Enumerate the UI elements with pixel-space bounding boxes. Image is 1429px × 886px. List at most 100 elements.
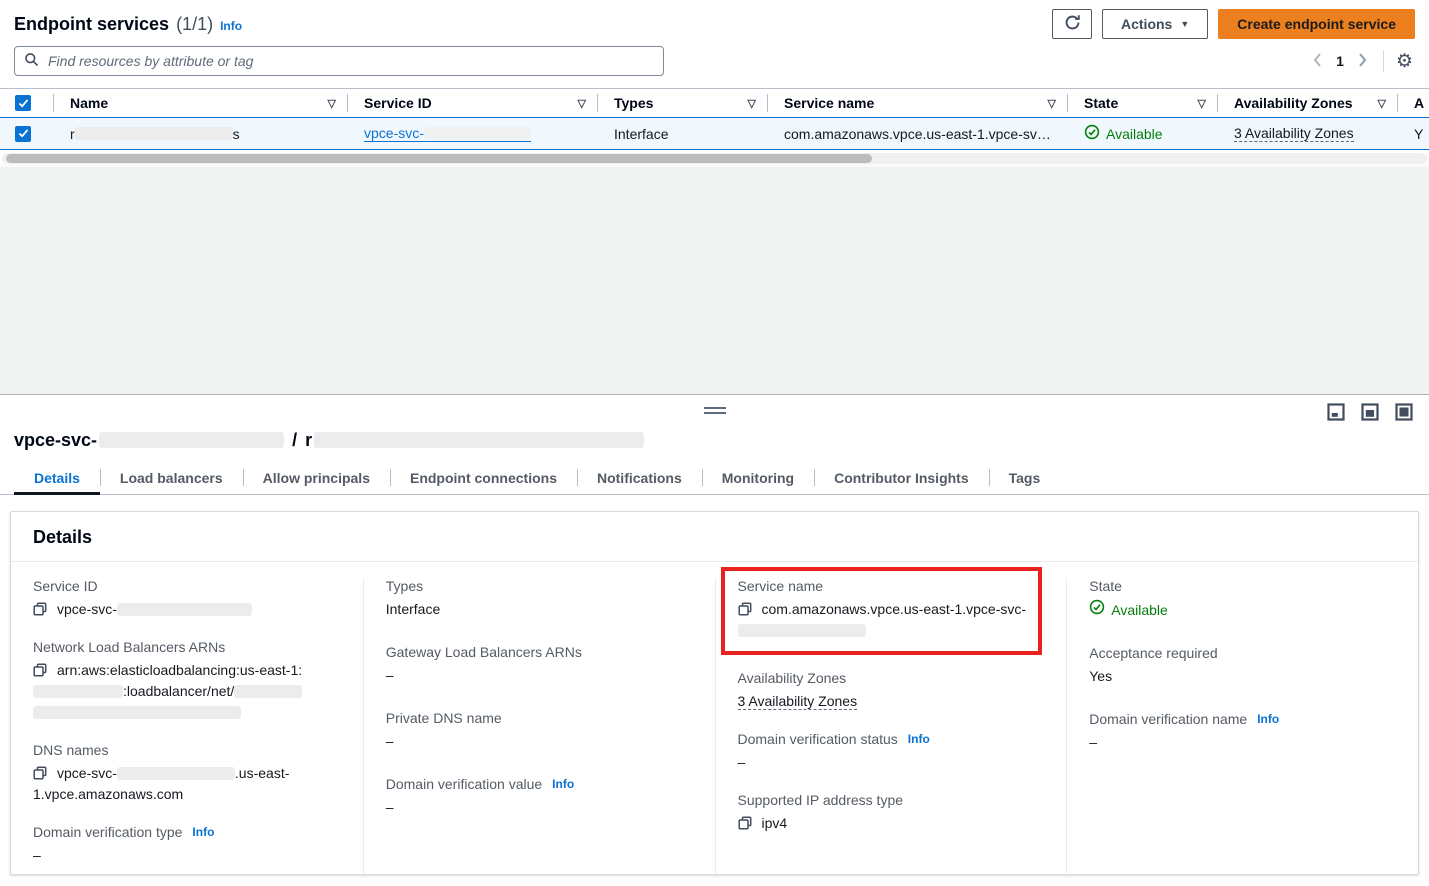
copy-icon[interactable] (33, 663, 47, 677)
panel-split-button[interactable] (1361, 403, 1379, 421)
list-header: Endpoint services (1/1) Info Actions ▼ C… (0, 0, 1429, 44)
table-row[interactable]: rs vpce-svc- Interface com.amazonaws.vpc… (0, 117, 1429, 150)
check-circle-icon (1084, 124, 1100, 143)
horizontal-scrollbar-thumb[interactable] (6, 154, 872, 163)
row-checkbox[interactable] (15, 126, 31, 142)
field-domain-verification-value: Domain verification valueInfo – (386, 776, 695, 818)
redacted-text (314, 432, 644, 448)
sort-icon: ▽ (1378, 97, 1386, 110)
create-endpoint-service-button[interactable]: Create endpoint service (1218, 9, 1415, 39)
tab-details[interactable]: Details (14, 461, 100, 494)
list-toolbar: 1 ⚙ (0, 44, 1429, 88)
actions-label: Actions (1121, 16, 1172, 32)
panel-split-icon (1361, 409, 1379, 424)
redacted-text (33, 706, 241, 719)
field-gwlb-arns: Gateway Load Balancers ARNs – (386, 644, 695, 686)
copy-icon[interactable] (33, 602, 47, 616)
split-panel: vpce-svc- / r Details Load balancers All… (0, 394, 1429, 875)
field-domain-verification-name: Domain verification nameInfo – (1089, 711, 1398, 753)
redacted-text (117, 603, 252, 616)
details-column-3: Service name com.amazonaws.vpce.us-east-… (715, 578, 1067, 875)
create-endpoint-service-label: Create endpoint service (1237, 16, 1396, 32)
field-types: Types Interface (386, 578, 695, 620)
copy-icon[interactable] (738, 602, 752, 616)
column-header-state[interactable]: State▽ (1068, 89, 1218, 117)
select-all-checkbox[interactable] (15, 95, 31, 111)
pagination-next-button[interactable] (1352, 51, 1373, 72)
search-box[interactable] (14, 46, 664, 76)
panel-position-bottom-button[interactable] (1327, 403, 1345, 421)
cell-service-name: com.amazonaws.vpce.us-east-1.vpce-sv… (768, 126, 1068, 142)
page-background-gap (0, 164, 1429, 394)
tab-load-balancers[interactable]: Load balancers (100, 461, 243, 494)
refresh-icon (1064, 14, 1081, 34)
column-header-name[interactable]: Name▽ (54, 89, 348, 117)
field-acceptance-required: Acceptance required Yes (1089, 645, 1398, 687)
column-header-service-name[interactable]: Service name▽ (768, 89, 1068, 117)
details-column-4: State Available Acceptance required Yes … (1066, 578, 1418, 875)
actions-button[interactable]: Actions ▼ (1102, 9, 1208, 39)
redacted-text (117, 767, 235, 780)
field-domain-verification-status: Domain verification statusInfo – (738, 731, 1047, 773)
info-link[interactable]: Info (1257, 712, 1279, 726)
gear-icon: ⚙ (1396, 51, 1413, 72)
redacted-text (99, 432, 284, 448)
field-supported-ip-address-type: Supported IP address type ipv4 (738, 792, 1047, 834)
tab-contributor-insights[interactable]: Contributor Insights (814, 461, 989, 494)
redacted-text (33, 685, 123, 698)
info-link[interactable]: Info (552, 777, 574, 791)
resource-count: (1/1) (176, 14, 213, 35)
field-service-name: Service name com.amazonaws.vpce.us-east-… (738, 578, 1027, 641)
column-header-service-id[interactable]: Service ID▽ (348, 89, 598, 117)
table-header: Name▽ Service ID▽ Types▽ Service name▽ S… (0, 88, 1429, 117)
horizontal-scrollbar[interactable] (2, 153, 1427, 164)
chevron-right-icon (1358, 53, 1367, 70)
column-header-types[interactable]: Types▽ (598, 89, 768, 117)
search-input[interactable] (46, 52, 654, 70)
panel-title: vpce-svc- / r (0, 423, 1429, 461)
panel-maximize-icon (1395, 409, 1413, 424)
redacted-text (424, 127, 531, 140)
redacted-text (738, 624, 866, 637)
pagination-prev-button[interactable] (1307, 51, 1328, 72)
tab-endpoint-connections[interactable]: Endpoint connections (390, 461, 577, 494)
check-circle-icon (1089, 599, 1105, 621)
service-id-link[interactable]: vpce-svc- (364, 125, 531, 142)
copy-icon[interactable] (738, 816, 752, 830)
search-icon (24, 52, 39, 70)
column-header-acceptance[interactable]: A (1398, 89, 1429, 117)
field-state: State Available (1089, 578, 1398, 621)
preferences-button[interactable]: ⚙ (1394, 50, 1415, 73)
cell-types: Interface (598, 126, 768, 142)
caret-down-icon: ▼ (1180, 19, 1189, 29)
availability-zones-link[interactable]: 3 Availability Zones (738, 693, 858, 710)
cell-name: rs (54, 126, 348, 142)
tab-notifications[interactable]: Notifications (577, 461, 702, 494)
availability-zones-link[interactable]: 3 Availability Zones (1234, 125, 1354, 142)
tab-monitoring[interactable]: Monitoring (702, 461, 814, 494)
page-number[interactable]: 1 (1328, 53, 1352, 69)
panel-bottom-icon (1327, 409, 1345, 424)
info-link[interactable]: Info (192, 825, 214, 839)
header-info-link[interactable]: Info (220, 19, 242, 33)
sort-icon: ▽ (578, 97, 586, 110)
field-dns-names: DNS names vpce-svc-.us-east-1.vpce.amazo… (33, 742, 343, 805)
tab-allow-principals[interactable]: Allow principals (243, 461, 390, 494)
info-link[interactable]: Info (908, 732, 930, 746)
state-badge: Available (1089, 599, 1168, 621)
toolbar-divider (1383, 50, 1384, 72)
service-name-highlight-box: Service name com.amazonaws.vpce.us-east-… (721, 567, 1043, 655)
field-availability-zones: Availability Zones 3 Availability Zones (738, 670, 1047, 712)
pagination: 1 ⚙ (1307, 50, 1415, 73)
sort-icon: ▽ (1198, 97, 1206, 110)
tab-tags[interactable]: Tags (989, 461, 1061, 494)
refresh-button[interactable] (1052, 9, 1092, 39)
field-domain-verification-type: Domain verification typeInfo – (33, 824, 343, 866)
details-card: Details Service ID vpce-svc- Network Loa… (10, 511, 1419, 875)
split-panel-drag-handle[interactable] (704, 407, 726, 417)
cell-acceptance: Y (1398, 126, 1429, 142)
panel-tabs: Details Load balancers Allow principals … (0, 461, 1429, 495)
column-header-availability-zones[interactable]: Availability Zones▽ (1218, 89, 1398, 117)
panel-maximize-button[interactable] (1395, 403, 1413, 421)
copy-icon[interactable] (33, 766, 47, 780)
